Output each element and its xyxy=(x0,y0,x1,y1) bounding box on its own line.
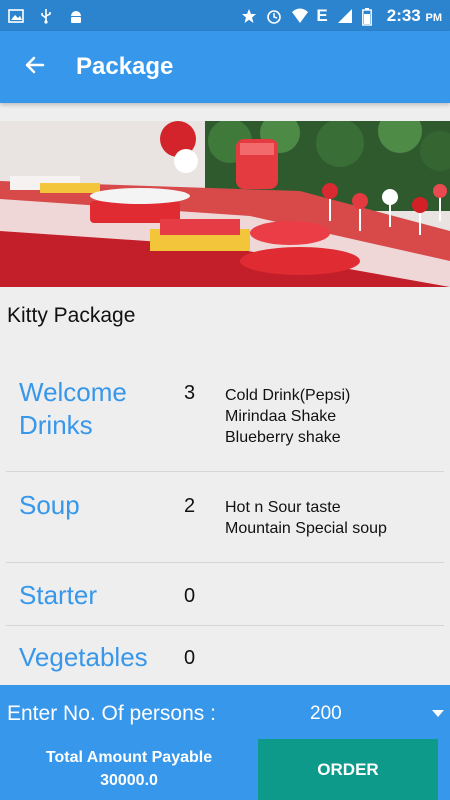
menu-item-count: 0 xyxy=(184,647,196,669)
order-button[interactable]: ORDER xyxy=(258,739,438,800)
clock: 2:33 PM xyxy=(386,5,442,25)
persons-dropdown[interactable]: 200 xyxy=(310,703,450,727)
total-label: Total Amount Payable xyxy=(45,749,213,766)
network-type: E xyxy=(316,5,328,25)
menu-category-label: Starter xyxy=(19,580,98,610)
menu-item-count: 3 xyxy=(184,382,196,404)
package-name: Kitty Package xyxy=(7,304,136,327)
menu-item: Cold Drink(Pepsi) xyxy=(225,387,351,404)
menu-items: Cold Drink(Pepsi) Mirindaa Shake Blueber… xyxy=(225,362,350,471)
dropdown-arrow-icon xyxy=(432,710,444,717)
back-arrow-icon xyxy=(23,53,47,82)
menu-item: Mirindaa Shake xyxy=(225,408,337,425)
usb-icon xyxy=(38,8,54,24)
menu-row-soup: Soup 2 Hot n Sour taste Mountain Special… xyxy=(6,472,444,563)
persons-selected-value: 200 xyxy=(310,703,342,724)
image-notification-icon xyxy=(8,8,24,24)
menu-items: Hot n Sour taste Mountain Special soup xyxy=(225,472,387,562)
android-icon xyxy=(68,8,84,24)
menu-row-vegetables: Vegetables 0 xyxy=(6,626,444,686)
menu-item: Blueberry shake xyxy=(225,429,341,446)
alarm-icon xyxy=(266,8,282,24)
menu-category-label: Soup xyxy=(19,490,80,520)
page-title: Package xyxy=(76,53,174,80)
battery-icon xyxy=(361,7,378,26)
star-icon xyxy=(241,8,257,24)
order-panel: Enter No. Of persons : 200 Total Amount … xyxy=(0,685,450,800)
menu-category-label: Welcome Drinks xyxy=(19,377,127,440)
menu-list[interactable]: Welcome Drinks 3 Cold Drink(Pepsi) Mirin… xyxy=(6,362,444,686)
total-amount: 30000.0 xyxy=(100,772,158,789)
menu-category-label: Vegetables xyxy=(19,642,148,672)
signal-icon xyxy=(337,8,353,24)
menu-item-count: 2 xyxy=(184,495,196,517)
status-bar: E 2:33 PM xyxy=(0,0,450,31)
menu-row-starter: Starter 0 xyxy=(6,563,444,626)
menu-item-count: 0 xyxy=(184,585,196,607)
wifi-icon xyxy=(291,8,309,24)
menu-item: Mountain Special soup xyxy=(225,520,387,537)
app-bar: Package xyxy=(0,31,450,103)
menu-row-welcome-drinks: Welcome Drinks 3 Cold Drink(Pepsi) Mirin… xyxy=(6,362,444,472)
persons-label: Enter No. Of persons : xyxy=(7,702,216,725)
total-amount-block: Total Amount Payable 30000.0 xyxy=(0,746,258,792)
package-image xyxy=(0,121,450,287)
menu-item: Hot n Sour taste xyxy=(225,499,341,516)
back-button[interactable] xyxy=(0,31,70,103)
